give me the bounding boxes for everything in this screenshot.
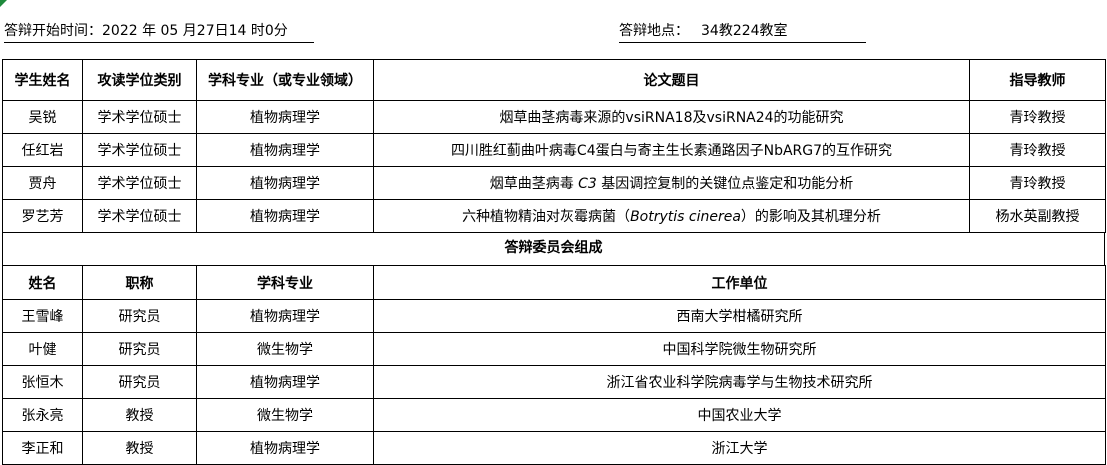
member-major-cell[interactable]: 植物病理学 <box>196 299 374 333</box>
col-header-member-name[interactable]: 姓名 <box>2 265 83 300</box>
work-unit-cell[interactable]: 浙江省农业科学院病毒学与生物技术研究所 <box>373 365 1106 399</box>
member-major-cell[interactable]: 微生物学 <box>196 398 374 432</box>
col-header-rank[interactable]: 职称 <box>82 265 197 300</box>
title-italic-text: Botrytis cinerea <box>630 209 741 225</box>
advisor-cell[interactable]: 杨水英副教授 <box>969 199 1106 233</box>
title-text: 基因调控复制的关键位点鉴定和功能分析 <box>596 176 854 192</box>
degree-cell[interactable]: 学术学位硕士 <box>82 166 197 200</box>
table-row: 叶健 研究员 微生物学 中国科学院微生物研究所 <box>2 332 1106 366</box>
major-cell[interactable]: 植物病理学 <box>196 100 374 134</box>
member-name-cell[interactable]: 张永亮 <box>2 398 83 432</box>
title-italic-text: C3 <box>578 176 597 192</box>
rank-cell[interactable]: 研究员 <box>82 332 197 366</box>
table-row: 李正和 教授 植物病理学 浙江大学 <box>2 431 1106 465</box>
advisor-cell[interactable]: 青玲教授 <box>969 100 1106 134</box>
major-cell[interactable]: 植物病理学 <box>196 199 374 233</box>
advisor-cell[interactable]: 青玲教授 <box>969 133 1106 167</box>
work-unit-cell[interactable]: 浙江大学 <box>373 431 1106 465</box>
major-cell[interactable]: 植物病理学 <box>196 166 374 200</box>
col-header-work-unit[interactable]: 工作单位 <box>373 265 1106 300</box>
thesis-title-cell[interactable]: 六种植物精油对灰霉病菌（Botrytis cinerea）的影响及其机理分析 <box>373 199 970 233</box>
member-major-cell[interactable]: 微生物学 <box>196 332 374 366</box>
col-header-advisor[interactable]: 指导教师 <box>969 59 1106 101</box>
member-major-cell[interactable]: 植物病理学 <box>196 365 374 399</box>
student-name-cell[interactable]: 罗艺芳 <box>2 199 83 233</box>
member-name-cell[interactable]: 李正和 <box>2 431 83 465</box>
work-unit-cell[interactable]: 中国农业大学 <box>373 398 1106 432</box>
col-header-degree[interactable]: 攻读学位类别 <box>82 59 197 101</box>
location-label: 答辩地点： <box>619 23 689 39</box>
student-name-cell[interactable]: 任红岩 <box>2 133 83 167</box>
table-row: 贾舟 学术学位硕士 植物病理学 烟草曲茎病毒 C3 基因调控复制的关键位点鉴定和… <box>2 166 1106 200</box>
work-unit-cell[interactable]: 中国科学院微生物研究所 <box>373 332 1106 366</box>
defense-start-time[interactable]: 答辩开始时间：2022 年 05 月27日14 时0分 <box>4 20 314 43</box>
student-name-cell[interactable]: 吴锐 <box>2 100 83 134</box>
degree-cell[interactable]: 学术学位硕士 <box>82 100 197 134</box>
table-row: 王雪峰 研究员 植物病理学 西南大学柑橘研究所 <box>2 299 1106 333</box>
location-value: 34教224教室 <box>701 23 788 39</box>
title-text: ）的影响及其机理分析 <box>740 209 881 225</box>
defense-location[interactable]: 答辩地点： 34教224教室 <box>619 20 866 43</box>
rank-cell[interactable]: 教授 <box>82 431 197 465</box>
committee-section-title[interactable]: 答辩委员会组成 <box>2 232 1105 265</box>
major-cell[interactable]: 植物病理学 <box>196 133 374 167</box>
cell-corner-marker <box>0 0 7 7</box>
col-header-major[interactable]: 学科专业（或专业领域） <box>196 59 374 101</box>
work-unit-cell[interactable]: 西南大学柑橘研究所 <box>373 299 1106 333</box>
title-text: 六种植物精油对灰霉病菌（ <box>462 209 631 225</box>
students-table: 学生姓名 攻读学位类别 学科专业（或专业领域） 论文题目 指导教师 吴锐 学术学… <box>2 59 1106 233</box>
table-row: 吴锐 学术学位硕士 植物病理学 烟草曲茎病毒来源的vsiRNA18及vsiRNA… <box>2 100 1106 134</box>
committee-table: 姓名 职称 学科专业 工作单位 王雪峰 研究员 植物病理学 西南大学柑橘研究所 … <box>2 265 1106 465</box>
start-time-label: 答辩开始时间： <box>4 23 102 39</box>
rank-cell[interactable]: 研究员 <box>82 365 197 399</box>
rank-cell[interactable]: 教授 <box>82 398 197 432</box>
member-name-cell[interactable]: 叶健 <box>2 332 83 366</box>
member-major-cell[interactable]: 植物病理学 <box>196 431 374 465</box>
col-header-member-major[interactable]: 学科专业 <box>196 265 374 300</box>
table-row: 张永亮 教授 微生物学 中国农业大学 <box>2 398 1106 432</box>
table-row: 张恒木 研究员 植物病理学 浙江省农业科学院病毒学与生物技术研究所 <box>2 365 1106 399</box>
degree-cell[interactable]: 学术学位硕士 <box>82 199 197 233</box>
start-time-value: 2022 年 05 月27日14 时0分 <box>102 23 288 39</box>
col-header-student-name[interactable]: 学生姓名 <box>2 59 83 101</box>
col-header-thesis-title[interactable]: 论文题目 <box>373 59 970 101</box>
thesis-title-cell[interactable]: 烟草曲茎病毒 C3 基因调控复制的关键位点鉴定和功能分析 <box>373 166 970 200</box>
member-name-cell[interactable]: 张恒木 <box>2 365 83 399</box>
title-text: 烟草曲茎病毒 <box>489 176 579 192</box>
thesis-title-cell[interactable]: 烟草曲茎病毒来源的vsiRNA18及vsiRNA24的功能研究 <box>373 100 970 134</box>
committee-header-row: 姓名 职称 学科专业 工作单位 <box>2 265 1106 300</box>
member-name-cell[interactable]: 王雪峰 <box>2 299 83 333</box>
students-header-row: 学生姓名 攻读学位类别 学科专业（或专业领域） 论文题目 指导教师 <box>2 59 1106 101</box>
advisor-cell[interactable]: 青玲教授 <box>969 166 1106 200</box>
table-row: 罗艺芳 学术学位硕士 植物病理学 六种植物精油对灰霉病菌（Botrytis ci… <box>2 199 1106 233</box>
spreadsheet-sheet: 答辩开始时间：2022 年 05 月27日14 时0分 答辩地点： 34教224教… <box>0 0 1107 465</box>
thesis-title-cell[interactable]: 四川胜红蓟曲叶病毒C4蛋白与寄主生长素通路因子NbARG7的互作研究 <box>373 133 970 167</box>
student-name-cell[interactable]: 贾舟 <box>2 166 83 200</box>
rank-cell[interactable]: 研究员 <box>82 299 197 333</box>
degree-cell[interactable]: 学术学位硕士 <box>82 133 197 167</box>
table-row: 任红岩 学术学位硕士 植物病理学 四川胜红蓟曲叶病毒C4蛋白与寄主生长素通路因子… <box>2 133 1106 167</box>
